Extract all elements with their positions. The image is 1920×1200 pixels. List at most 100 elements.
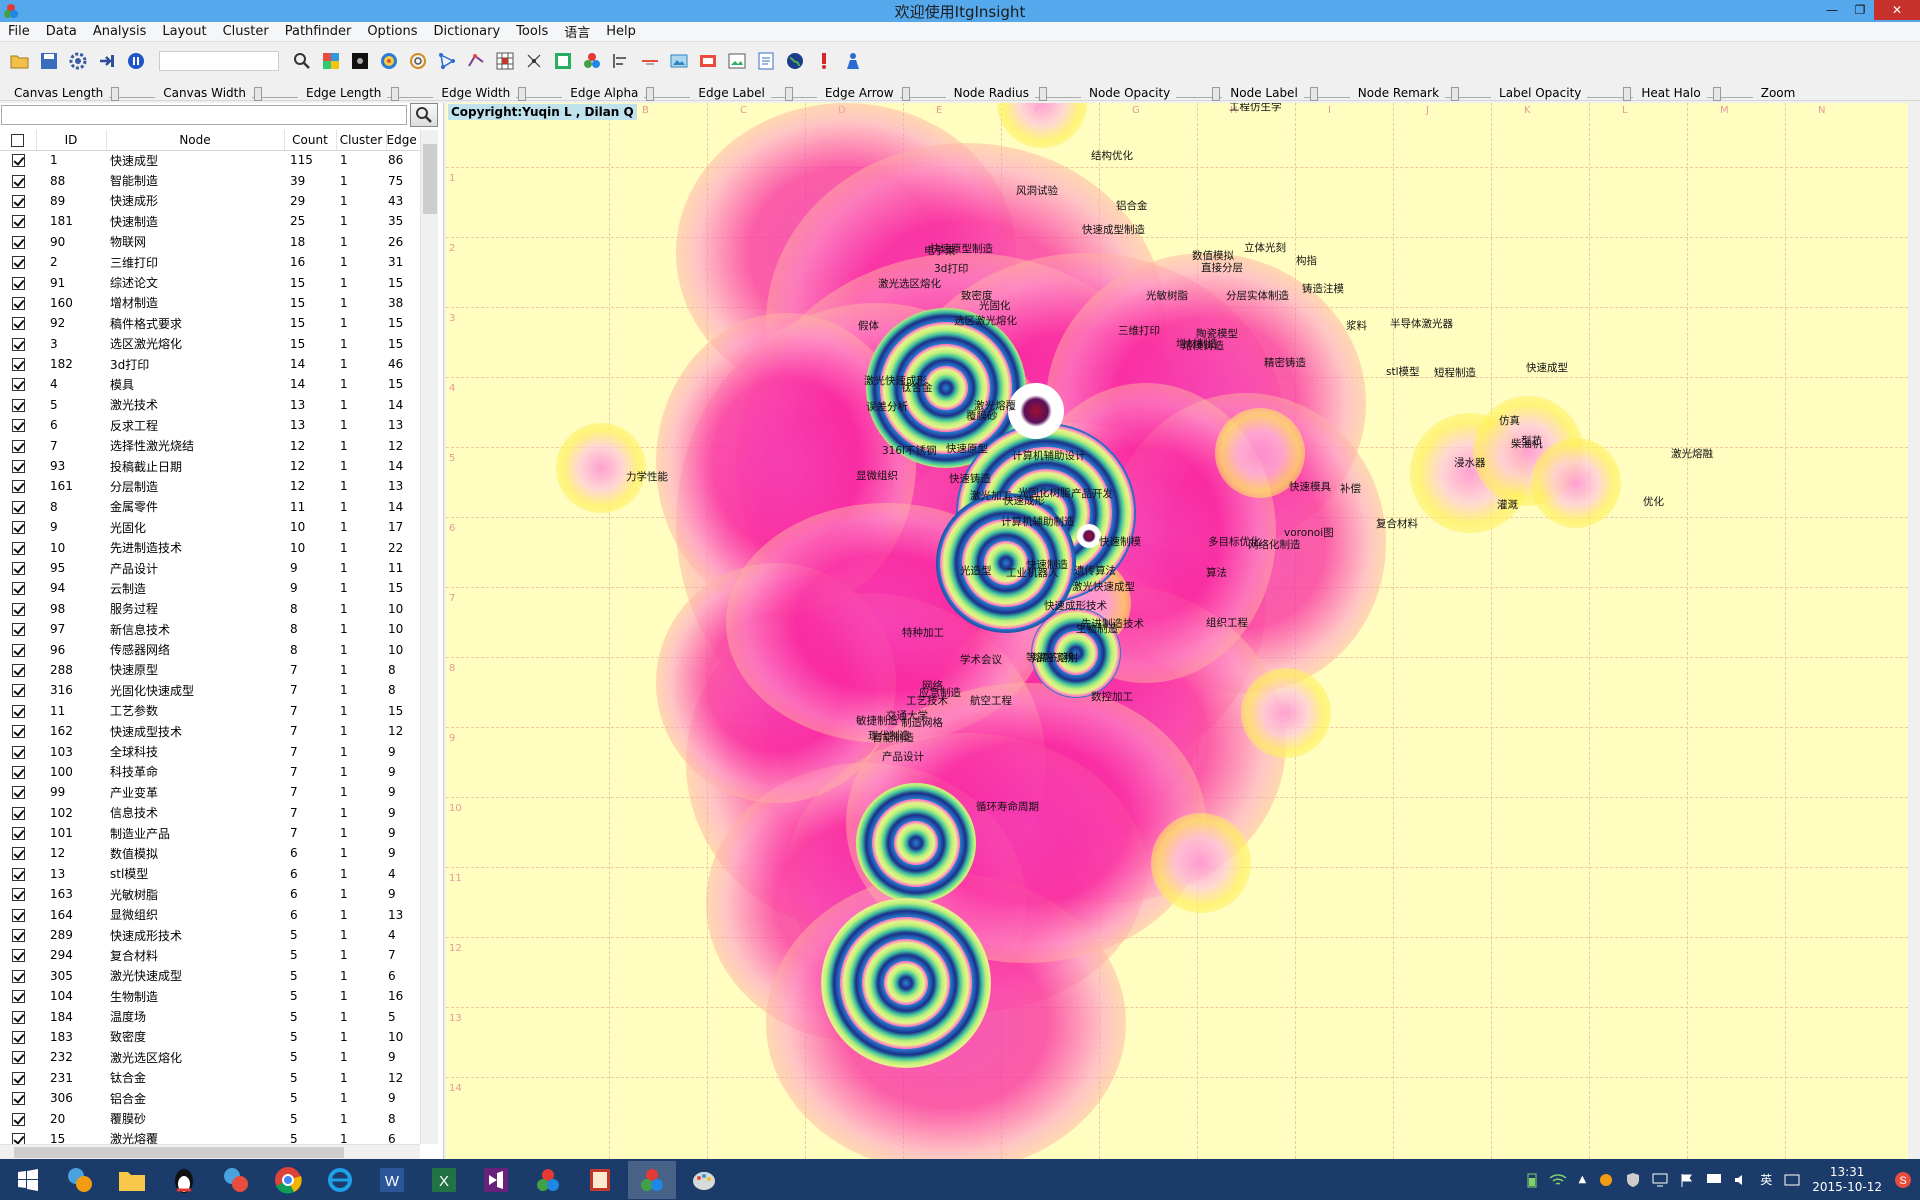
node-label[interactable]: 短程制造 xyxy=(1434,365,1476,380)
node-label[interactable]: 快速成型 xyxy=(1526,360,1568,375)
node-label-slider[interactable] xyxy=(1303,86,1350,101)
node-label[interactable]: 优化 xyxy=(1643,494,1664,509)
canvas-width-slider[interactable] xyxy=(251,86,298,101)
table-row[interactable]: 92 稿件格式要求 15 1 15 xyxy=(0,313,420,333)
table-row[interactable]: 96 传感器网络 8 1 10 xyxy=(0,639,420,659)
table-row[interactable]: 12 数值模拟 6 1 9 xyxy=(0,843,420,863)
row-checkbox[interactable] xyxy=(0,293,36,313)
menu-pathfinder[interactable]: Pathfinder xyxy=(277,24,360,39)
open-folder-icon[interactable] xyxy=(8,49,32,73)
node-label[interactable]: 循环寿命周期 xyxy=(976,799,1039,814)
row-checkbox[interactable] xyxy=(0,211,36,231)
node-label[interactable]: 光固化 xyxy=(979,298,1011,313)
row-checkbox[interactable] xyxy=(0,701,36,721)
canvas-length-slider[interactable] xyxy=(109,86,156,101)
node-label[interactable]: 风洞试验 xyxy=(1016,183,1058,198)
node-label[interactable]: 精密铸造 xyxy=(1264,355,1306,370)
taskbar-app-excel[interactable]: X xyxy=(420,1161,468,1199)
row-checkbox[interactable] xyxy=(0,272,36,292)
slider-thumb[interactable] xyxy=(901,86,910,101)
node-label[interactable]: 灌溉 xyxy=(1497,497,1518,512)
table-row[interactable]: 231 钛合金 5 1 12 xyxy=(0,1068,420,1088)
menu-file[interactable]: File xyxy=(0,24,38,39)
table-row[interactable]: 181 快速制造 25 1 35 xyxy=(0,211,420,231)
start-button[interactable] xyxy=(4,1161,52,1199)
export-icon[interactable] xyxy=(95,49,119,73)
column-node[interactable]: Node xyxy=(106,130,285,151)
node-label[interactable]: 组织工程 xyxy=(1206,615,1248,630)
save-icon[interactable] xyxy=(37,49,61,73)
row-checkbox[interactable] xyxy=(0,803,36,823)
node-label[interactable]: 直接分层 xyxy=(1201,260,1243,275)
node-label[interactable]: 航空工程 xyxy=(970,693,1012,708)
node-label[interactable]: 三维打印 xyxy=(1118,323,1160,338)
taskbar-app-chrome[interactable] xyxy=(264,1161,312,1199)
edge-arrow-slider[interactable] xyxy=(899,86,946,101)
node-label[interactable]: 激光熔融 xyxy=(1671,446,1713,461)
menu-data[interactable]: Data xyxy=(38,24,85,39)
settings-gear-icon[interactable] xyxy=(66,49,90,73)
node-label[interactable]: 工业机器人 xyxy=(1006,565,1059,580)
node-label[interactable]: 快速原型制造 xyxy=(930,241,993,256)
row-checkbox[interactable] xyxy=(0,782,36,802)
heatmap-icon[interactable] xyxy=(377,49,401,73)
node-label[interactable]: 快速铸造 xyxy=(949,471,991,486)
menu-options[interactable]: Options xyxy=(359,24,425,39)
table-row[interactable]: 184 温度场 5 1 5 xyxy=(0,1006,420,1026)
keyboard-icon[interactable] xyxy=(1784,1174,1800,1186)
row-checkbox[interactable] xyxy=(0,415,36,435)
taskbar-app-paint[interactable] xyxy=(680,1161,728,1199)
node-label[interactable]: 工艺技术 xyxy=(906,693,948,708)
globe-icon[interactable] xyxy=(783,49,807,73)
table-row[interactable]: 20 覆膜砂 5 1 8 xyxy=(0,1108,420,1128)
node-label[interactable]: 先进制造技术 xyxy=(1081,616,1144,631)
node-label[interactable]: 浸水器 xyxy=(1454,455,1486,470)
close-icon[interactable]: ✕ xyxy=(1874,0,1920,20)
table-horizontal-scrollbar[interactable] xyxy=(0,1144,420,1159)
row-checkbox[interactable] xyxy=(0,150,36,170)
table-row[interactable]: 15 激光熔覆 5 1 6 xyxy=(0,1129,420,1144)
row-checkbox[interactable] xyxy=(0,843,36,863)
node-label[interactable]: 误差分析 xyxy=(866,399,908,414)
node-label[interactable]: 遗传算法 xyxy=(1074,563,1116,578)
table-row[interactable]: 1 快速成型 115 1 86 xyxy=(0,150,420,170)
node-label[interactable]: 3d打印 xyxy=(934,261,968,276)
table-row[interactable]: 13 stl模型 6 1 4 xyxy=(0,864,420,884)
node-radius-slider[interactable] xyxy=(1034,86,1081,101)
row-checkbox[interactable] xyxy=(0,232,36,252)
flag-icon[interactable] xyxy=(1680,1173,1694,1187)
table-row[interactable]: 104 生物制造 5 1 16 xyxy=(0,986,420,1006)
row-checkbox[interactable] xyxy=(0,334,36,354)
node-label[interactable]: 铝合金 xyxy=(1116,198,1148,213)
menu-help[interactable]: Help xyxy=(598,24,644,39)
table-row[interactable]: 164 显微组织 6 1 13 xyxy=(0,904,420,924)
sogou-ime-icon[interactable]: S xyxy=(1894,1171,1912,1189)
table-row[interactable]: 10 先进制造技术 10 1 22 xyxy=(0,537,420,557)
node-label[interactable]: 浆料 xyxy=(1346,318,1367,333)
row-checkbox[interactable] xyxy=(0,456,36,476)
table-row[interactable]: 4 模具 14 1 15 xyxy=(0,374,420,394)
network-tray-icon[interactable] xyxy=(1598,1172,1614,1188)
row-checkbox[interactable] xyxy=(0,578,36,598)
search-icon[interactable] xyxy=(290,49,314,73)
menu-analysis[interactable]: Analysis xyxy=(85,24,155,39)
node-label[interactable]: 计算机辅助设计 xyxy=(1012,448,1086,463)
table-row[interactable]: 88 智能制造 39 1 75 xyxy=(0,170,420,190)
node-label[interactable]: stl模型 xyxy=(1386,364,1420,379)
line-chart-icon[interactable] xyxy=(638,49,662,73)
table-row[interactable]: 7 选择性激光烧结 12 1 12 xyxy=(0,435,420,455)
taskbar-app-itginsight[interactable] xyxy=(524,1161,572,1199)
volume-icon[interactable] xyxy=(1734,1173,1748,1187)
label-opacity-slider[interactable] xyxy=(1587,86,1634,101)
table-row[interactable]: 2 三维打印 16 1 31 xyxy=(0,252,420,272)
row-checkbox[interactable] xyxy=(0,517,36,537)
row-checkbox[interactable] xyxy=(0,435,36,455)
cluster-balls-icon[interactable] xyxy=(580,49,604,73)
node-label[interactable]: 覆膜砂 xyxy=(966,408,998,423)
table-row[interactable]: 90 物联网 18 1 26 xyxy=(0,232,420,252)
node-remark-slider[interactable] xyxy=(1445,86,1492,101)
document-icon[interactable] xyxy=(754,49,778,73)
heat-halo-slider[interactable] xyxy=(1706,86,1753,101)
matrix-icon[interactable] xyxy=(493,49,517,73)
node-label[interactable]: 构指 xyxy=(1296,253,1317,268)
